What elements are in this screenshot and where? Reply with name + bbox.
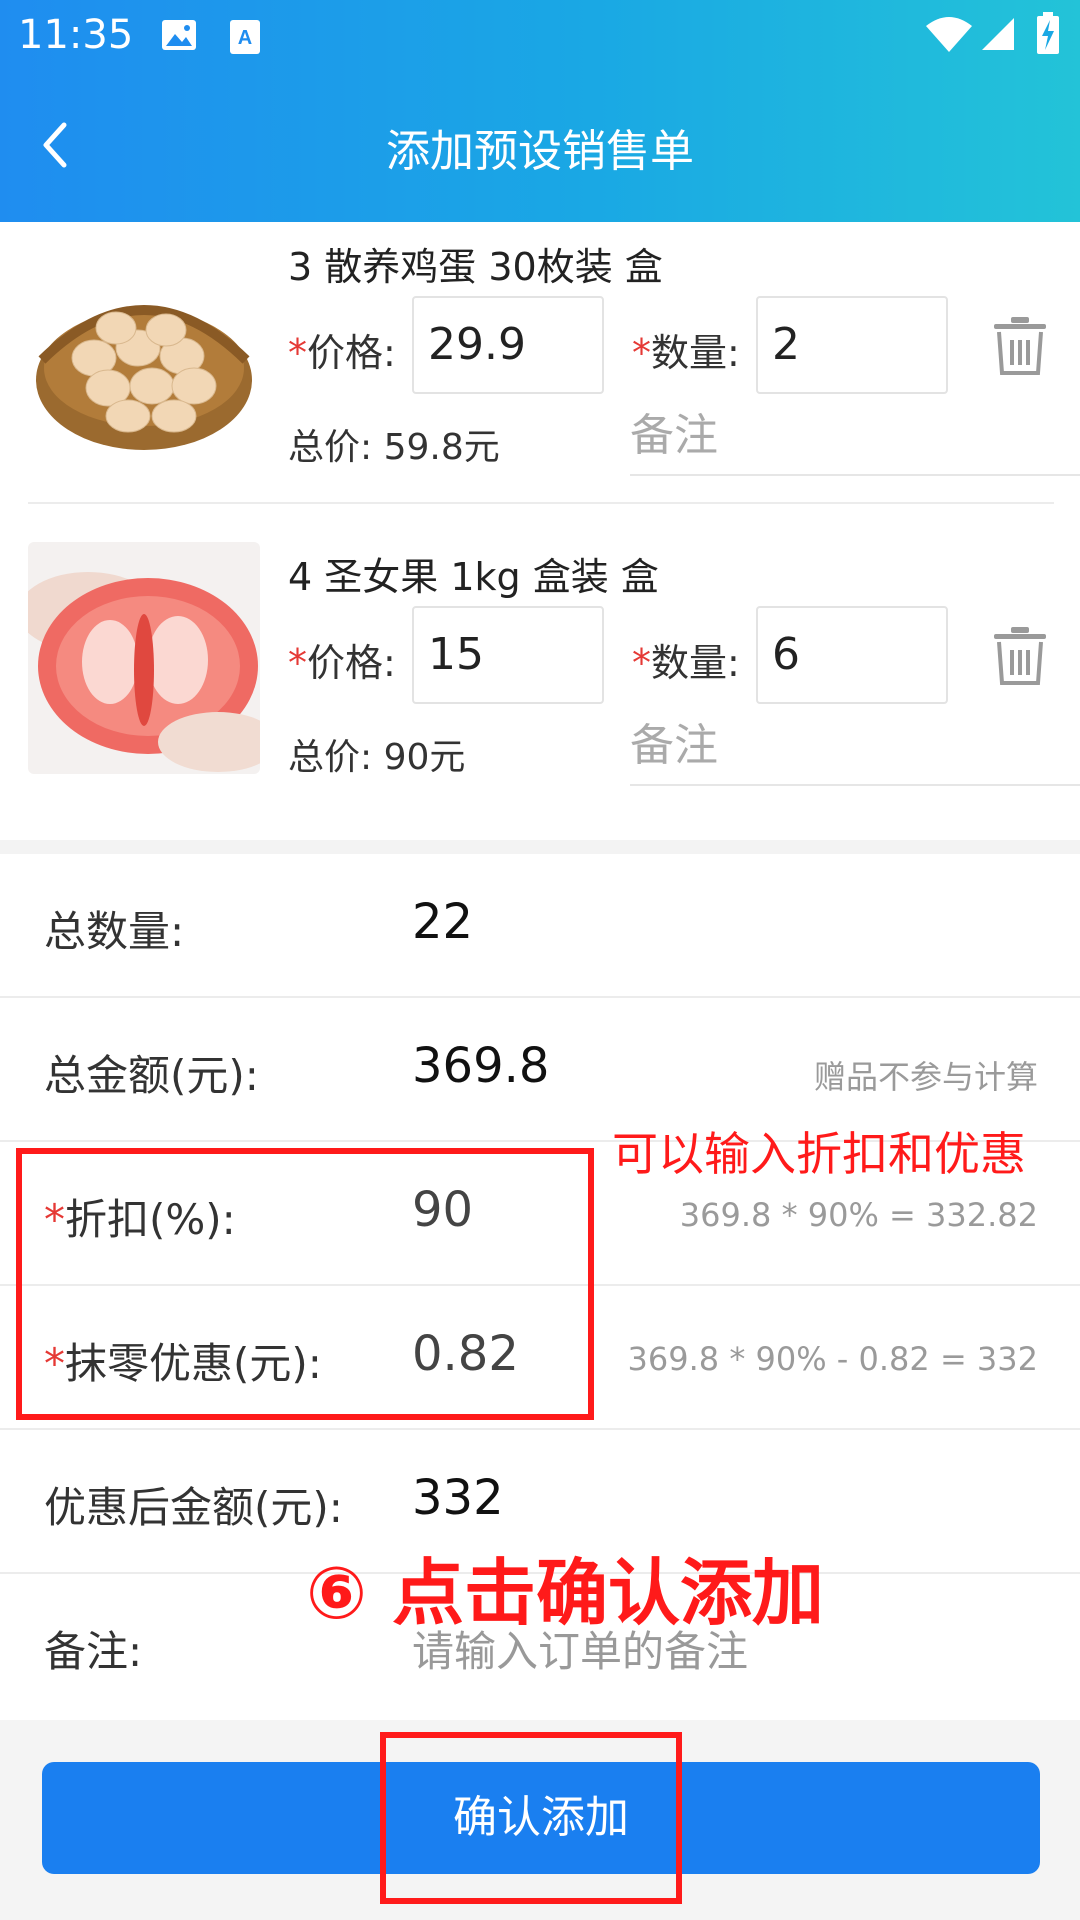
rounding-calc-hint: 369.8 * 90% - 0.82 = 332 [627, 1340, 1038, 1378]
quantity-label: *数量: [632, 641, 740, 685]
annotation-discount-note: 可以输入折扣和优惠 [612, 1127, 1026, 1181]
wifi-icon [926, 17, 972, 52]
quantity-input[interactable]: 6 [756, 606, 948, 704]
final-amount-value: 332 [412, 1470, 504, 1526]
annotation-step-note: ⑥ 点击确认添加 [306, 1551, 825, 1635]
final-amount-label: 优惠后金额(元): [44, 1483, 343, 1532]
battery-icon [1037, 12, 1059, 54]
app-header: 11:35 A 添加预设销售单 [0, 0, 1080, 222]
price-input[interactable]: 29.9 [412, 296, 604, 394]
product-image-eggs [28, 240, 260, 472]
price-label: *价格: [288, 641, 396, 685]
discount-calc-hint: 369.8 * 90% = 332.82 [679, 1196, 1038, 1234]
product-name: 3 散养鸡蛋 30枚装 盒 [288, 245, 663, 289]
total-quantity-label: 总数量: [44, 907, 185, 956]
product-item: 3 散养鸡蛋 30枚装 盒 *价格: 29.9 *数量: 2 总价: 59.8元… [0, 232, 1080, 542]
app-notification-icon: A [230, 20, 260, 54]
total-amount-label: 总金额(元): [44, 1051, 259, 1100]
quantity-input[interactable]: 2 [756, 296, 948, 394]
svg-text:A: A [238, 27, 252, 49]
delete-trash-icon[interactable] [992, 626, 1048, 686]
divider [28, 502, 1054, 504]
page-title: 添加预设销售单 [386, 126, 694, 177]
annotation-highlight-discount [16, 1148, 594, 1420]
total-amount-value: 369.8 [412, 1038, 550, 1094]
status-time: 11:35 [18, 12, 134, 58]
product-remark-input[interactable]: 备注 [630, 714, 1080, 786]
image-notification-icon [162, 20, 196, 50]
delete-trash-icon[interactable] [992, 316, 1048, 376]
total-quantity-value: 22 [412, 894, 474, 950]
total-quantity-row: 总数量: 22 [0, 854, 1080, 998]
price-label: *价格: [288, 331, 396, 375]
title-bar: 添加预设销售单 [0, 95, 1080, 195]
product-remark-input[interactable]: 备注 [630, 404, 1080, 476]
product-item: 4 圣女果 1kg 盒装 盒 *价格: 15 *数量: 6 总价: 90元 备注 [0, 542, 1080, 852]
product-image-tomato [28, 542, 260, 774]
product-total-price: 总价: 59.8元 [288, 427, 500, 468]
quantity-label: *数量: [632, 331, 740, 375]
section-divider [0, 840, 1080, 854]
annotation-highlight-confirm [380, 1732, 682, 1904]
gift-hint: 赠品不参与计算 [813, 1058, 1038, 1096]
price-input[interactable]: 15 [412, 606, 604, 704]
signal-icon [982, 18, 1014, 50]
product-name: 4 圣女果 1kg 盒装 盒 [288, 555, 659, 599]
order-remark-label: 备注: [44, 1627, 143, 1676]
product-total-price: 总价: 90元 [288, 737, 466, 778]
